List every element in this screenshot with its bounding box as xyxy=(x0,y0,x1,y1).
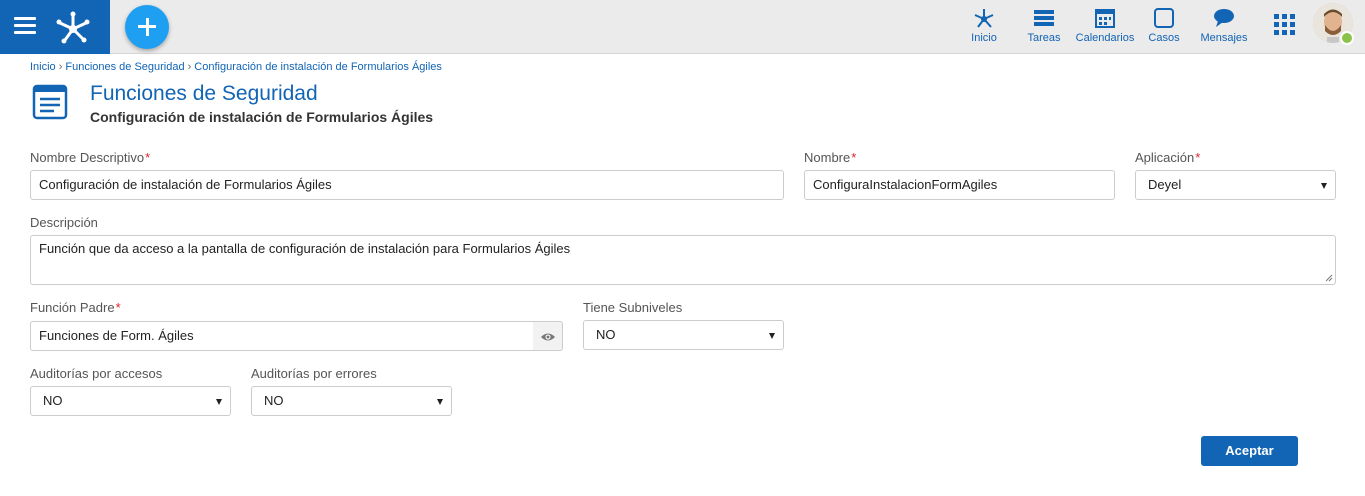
nav-mensajes[interactable]: Mensajes xyxy=(1198,6,1250,48)
tiene-subniveles-value: NO xyxy=(596,327,616,342)
chat-bubble-icon xyxy=(1214,9,1234,27)
breadcrumb-separator: › xyxy=(187,61,192,73)
breadcrumb: Inicio › Funciones de Seguridad › Configurac… xyxy=(30,61,442,73)
aplicacion-select-value: Deyel xyxy=(1148,177,1182,192)
top-bar: Inicio Tareas Calendarios Casos Mensajes xyxy=(0,0,1365,54)
grid-icon[interactable] xyxy=(1274,14,1295,35)
page-subtitle: Configuración de instalación de Formular… xyxy=(90,109,434,125)
page-title: Funciones de Seguridad xyxy=(90,82,318,105)
nav-tareas[interactable]: Tareas xyxy=(1024,6,1064,48)
aplicacion-select[interactable]: Deyel xyxy=(1135,170,1336,200)
nav-casos[interactable]: Casos xyxy=(1146,6,1182,48)
nombre-descriptivo-field[interactable]: Configuración de instalación de Formular… xyxy=(30,170,784,200)
nombre-descriptivo-label: Nombre Descriptivo* xyxy=(30,150,151,165)
funcion-padre-field[interactable]: Funciones de Form. Ágiles xyxy=(30,321,534,351)
auditorias-accesos-label: Auditorías por accesos xyxy=(30,366,163,381)
tiene-subniveles-select[interactable]: NO xyxy=(583,320,784,350)
breadcrumb-item-funciones[interactable]: Funciones de Seguridad xyxy=(65,61,184,73)
caret-down-icon xyxy=(216,399,222,405)
aplicacion-label: Aplicación* xyxy=(1135,150,1201,165)
breadcrumb-separator: › xyxy=(58,61,63,73)
hamburger-icon[interactable] xyxy=(14,17,36,35)
nav-label: Tareas xyxy=(1027,32,1061,44)
nav-inicio[interactable]: Inicio xyxy=(964,6,1004,48)
auditorias-errores-value: NO xyxy=(264,393,284,408)
auditorias-accesos-value: NO xyxy=(43,393,63,408)
auditorias-errores-select[interactable]: NO xyxy=(251,386,452,416)
form-list-icon xyxy=(32,84,68,120)
nav-label: Inicio xyxy=(971,32,997,44)
nombre-field[interactable]: ConfiguraInstalacionFormAgiles xyxy=(804,170,1115,200)
accept-button[interactable]: Aceptar xyxy=(1201,436,1298,466)
eye-icon xyxy=(541,333,555,341)
square-icon xyxy=(1154,8,1174,28)
nav-calendarios[interactable]: Calendarios xyxy=(1074,6,1136,48)
funcion-padre-label: Función Padre* xyxy=(30,300,121,315)
network-icon xyxy=(974,9,994,28)
view-parent-button[interactable] xyxy=(533,321,563,351)
nav-label: Casos xyxy=(1148,32,1180,44)
online-status-indicator xyxy=(1340,31,1354,45)
descripcion-value: Función que da acceso a la pantalla de c… xyxy=(39,241,571,256)
caret-down-icon xyxy=(1321,183,1327,189)
descripcion-textarea[interactable]: Función que da acceso a la pantalla de c… xyxy=(30,235,1336,285)
add-button[interactable] xyxy=(125,5,169,49)
caret-down-icon xyxy=(437,399,443,405)
resize-handle-icon[interactable] xyxy=(1325,274,1333,282)
brand-area xyxy=(0,0,110,54)
breadcrumb-item-current[interactable]: Configuración de instalación de Formular… xyxy=(194,61,442,73)
deyel-logo-icon[interactable] xyxy=(56,10,90,44)
nav-label: Calendarios xyxy=(1075,32,1135,44)
breadcrumb-item-inicio[interactable]: Inicio xyxy=(30,61,56,73)
nombre-label: Nombre* xyxy=(804,150,857,165)
calendar-icon xyxy=(1095,9,1115,28)
tasks-icon xyxy=(1034,10,1054,26)
descripcion-label: Descripción xyxy=(30,215,98,230)
nav-label: Mensajes xyxy=(1200,32,1248,44)
auditorias-errores-label: Auditorías por errores xyxy=(251,366,377,381)
auditorias-accesos-select[interactable]: NO xyxy=(30,386,231,416)
caret-down-icon xyxy=(769,333,775,339)
tiene-subniveles-label: Tiene Subniveles xyxy=(583,300,683,315)
